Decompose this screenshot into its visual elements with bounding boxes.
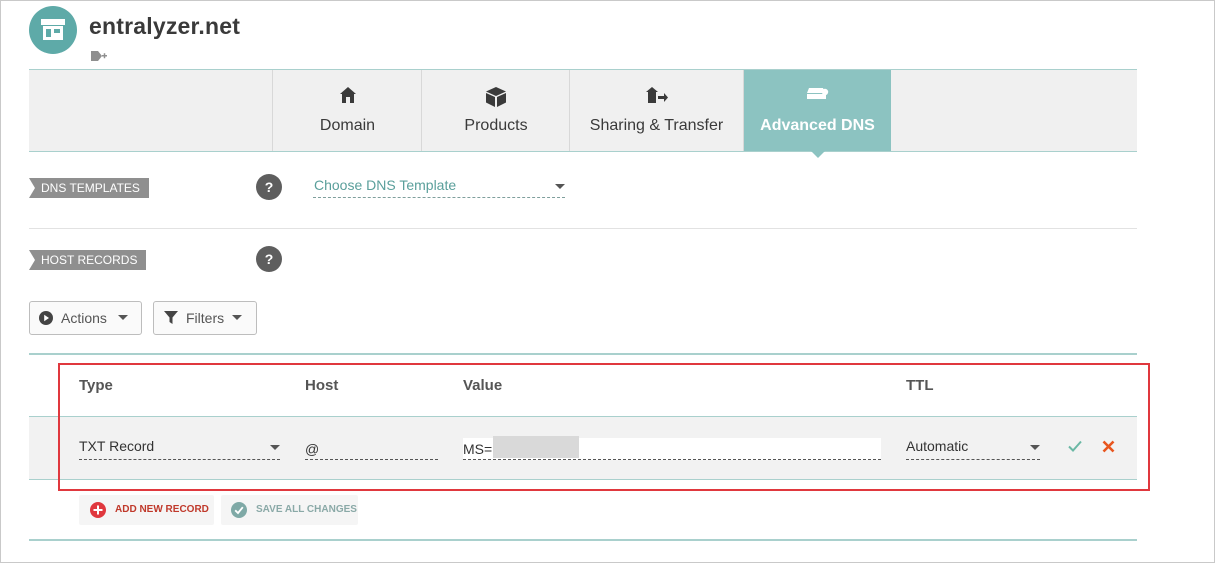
host-records-label: HOST RECORDS xyxy=(29,250,147,270)
save-all-changes-label: SAVE ALL CHANGES xyxy=(256,504,357,515)
tab-domain-label: Domain xyxy=(319,117,376,134)
filters-button[interactable]: Filters xyxy=(153,301,257,335)
record-host-value: @ xyxy=(305,441,320,457)
divider xyxy=(29,228,1137,229)
chevron-down-icon xyxy=(232,315,242,320)
dns-templates-help-button[interactable]: ? xyxy=(256,174,282,200)
add-tag-icon[interactable] xyxy=(90,50,108,62)
tab-domain[interactable]: Domain xyxy=(272,70,422,151)
tab-advanced-dns-label: Advanced DNS xyxy=(760,117,875,134)
add-new-record-label: ADD NEW RECORD xyxy=(115,504,209,515)
chevron-down-icon xyxy=(118,315,128,320)
record-type-value: TXT Record xyxy=(79,438,155,454)
row-divider xyxy=(29,479,1137,480)
save-all-changes-button[interactable]: SAVE ALL CHANGES xyxy=(221,495,358,525)
dns-template-select[interactable]: Choose DNS Template xyxy=(313,176,565,198)
record-host-input[interactable]: @ xyxy=(305,438,438,460)
dns-template-select-value: Choose DNS Template xyxy=(314,177,457,193)
record-value-text: MS= xyxy=(463,441,493,457)
chevron-down-icon xyxy=(555,184,565,189)
domain-nav: Domain Products Sharing & Transfer Advan… xyxy=(29,69,1137,158)
record-ttl-value: Automatic xyxy=(906,438,969,454)
site-title: entralyzer.net xyxy=(89,13,241,39)
confirm-check-icon[interactable] xyxy=(1068,440,1082,452)
tab-sharing-transfer-label: Sharing & Transfer xyxy=(589,117,724,134)
transfer-icon xyxy=(645,87,668,103)
tab-products[interactable]: Products xyxy=(421,70,570,151)
actions-button-label: Actions xyxy=(61,310,107,326)
check-circle-icon xyxy=(231,502,247,518)
column-header-host: Host xyxy=(305,377,339,394)
chevron-down-icon xyxy=(1030,445,1040,450)
site-avatar xyxy=(29,6,77,54)
tab-advanced-dns[interactable]: Advanced DNS xyxy=(743,70,891,158)
column-header-ttl: TTL xyxy=(906,377,934,394)
column-header-type: Type xyxy=(79,377,113,394)
table-bottom-border xyxy=(29,539,1137,541)
dns-templates-label: DNS TEMPLATES xyxy=(29,178,149,198)
storefront-icon xyxy=(41,19,65,40)
home-icon xyxy=(339,87,356,103)
redacted-value xyxy=(493,436,579,458)
filters-button-label: Filters xyxy=(186,310,225,326)
box-icon xyxy=(486,87,506,107)
dns-server-icon xyxy=(806,88,828,99)
record-type-select[interactable]: TXT Record xyxy=(79,438,280,460)
actions-button[interactable]: Actions xyxy=(29,301,142,335)
chevron-down-icon xyxy=(270,445,280,450)
table-top-border xyxy=(29,353,1137,355)
tab-products-label: Products xyxy=(464,117,528,134)
filter-icon xyxy=(164,311,178,324)
column-header-value: Value xyxy=(463,377,503,394)
tab-sharing-transfer[interactable]: Sharing & Transfer xyxy=(569,70,743,151)
add-circle-icon xyxy=(90,502,106,518)
record-ttl-select[interactable]: Automatic xyxy=(906,438,1040,460)
play-circle-icon xyxy=(39,311,53,325)
cancel-x-icon[interactable] xyxy=(1102,440,1115,453)
host-records-help-button[interactable]: ? xyxy=(256,246,282,272)
add-new-record-button[interactable]: ADD NEW RECORD xyxy=(79,495,214,525)
